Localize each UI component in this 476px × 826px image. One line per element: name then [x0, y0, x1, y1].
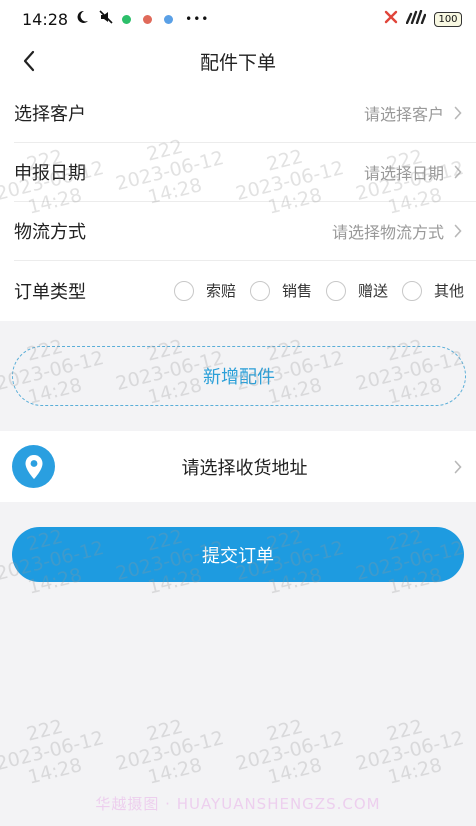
page-title: 配件下单 — [199, 51, 276, 74]
moon-icon — [74, 9, 90, 29]
customer-select[interactable]: 请选择客户 — [364, 101, 444, 125]
status-time: 14:28 — [22, 9, 69, 29]
add-part-button[interactable]: 新增配件 — [12, 346, 466, 406]
customer-row[interactable]: 选择客户 请选择客户 — [14, 84, 476, 143]
logistics-row[interactable]: 物流方式 请选择物流方式 — [14, 202, 476, 261]
order-form: 选择客户 请选择客户 申报日期 请选择日期 物流方式 请选择物流方式 订单类型 … — [0, 84, 476, 321]
chevron-right-icon — [454, 460, 464, 474]
watermark: 222 2023-06-12 14:28 — [0, 715, 107, 789]
battery-icon: 100 — [434, 11, 462, 27]
status-bar: 14:28 ••• 100 — [0, 0, 476, 38]
address-label: 请选择收货地址 — [181, 457, 308, 479]
order-type-label: 订单类型 — [14, 281, 86, 303]
watermark: 222 2023-06-12 14:28 — [353, 715, 467, 789]
logistics-label: 物流方式 — [14, 222, 86, 243]
address-row[interactable]: 请选择收货地址 — [0, 431, 476, 502]
nav-bar: 配件下单 — [0, 38, 476, 84]
date-label: 申报日期 — [14, 163, 86, 184]
watermark: 222 2023-06-12 14:28 — [113, 715, 227, 789]
signal-icon — [405, 9, 427, 28]
radio-circle[interactable] — [173, 280, 194, 301]
mute-icon — [98, 9, 114, 29]
radio-circle[interactable] — [325, 280, 346, 301]
radio-claim[interactable]: 索赔 — [173, 280, 236, 301]
back-button[interactable] — [14, 46, 44, 76]
radio-sales[interactable]: 销售 — [249, 280, 312, 301]
radio-circle[interactable] — [401, 280, 422, 301]
app-notification-icon — [143, 14, 153, 24]
radio-label: 索赔 — [205, 282, 236, 300]
date-select[interactable]: 请选择日期 — [364, 160, 444, 184]
location-pin-icon — [12, 445, 55, 488]
radio-gift[interactable]: 赠送 — [325, 280, 388, 301]
radio-label: 赠送 — [357, 282, 388, 300]
order-type-radio-group: 索赔 销售 赠送 其他 — [160, 280, 464, 301]
submit-order-button[interactable]: 提交订单 — [12, 527, 464, 582]
customer-label: 选择客户 — [14, 104, 86, 125]
radio-other[interactable]: 其他 — [401, 280, 464, 301]
chevron-right-icon — [454, 106, 464, 120]
status-right-group: 100 — [384, 9, 462, 28]
radio-label: 其他 — [433, 282, 464, 300]
app-notification-icon — [122, 14, 132, 24]
footer-watermark: 华越摄图 · HUAYUANSHENGZS.COM — [95, 795, 381, 813]
order-type-row: 订单类型 索赔 销售 赠送 其他 — [14, 261, 476, 320]
chevron-right-icon — [454, 165, 464, 179]
radio-label: 销售 — [281, 282, 312, 300]
chevron-left-icon — [23, 50, 35, 72]
more-dots-icon: ••• — [185, 12, 210, 26]
no-sim-icon — [384, 10, 398, 28]
radio-circle[interactable] — [249, 280, 270, 301]
app-notification-icon — [164, 14, 174, 24]
date-row[interactable]: 申报日期 请选择日期 — [14, 143, 476, 202]
chevron-right-icon — [454, 224, 464, 238]
logistics-select[interactable]: 请选择物流方式 — [332, 219, 444, 243]
watermark: 222 2023-06-12 14:28 — [233, 715, 347, 789]
